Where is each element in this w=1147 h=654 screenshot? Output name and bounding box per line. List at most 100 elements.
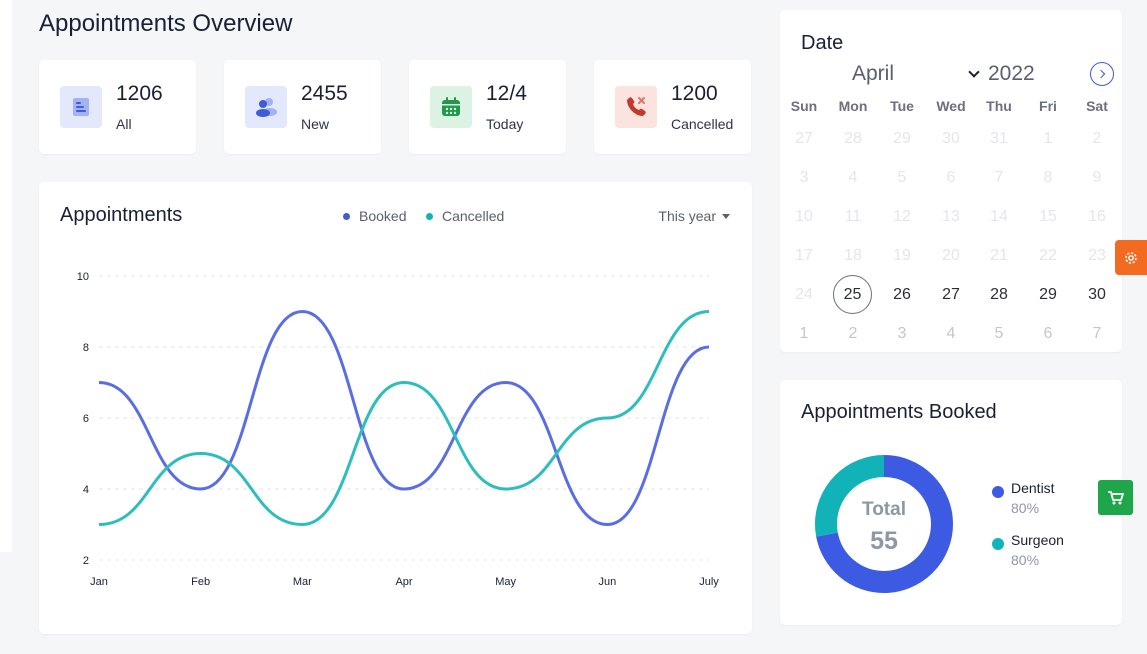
sidebar-edge xyxy=(0,0,12,552)
cart-icon xyxy=(1107,490,1124,504)
calendar-day[interactable]: 9 xyxy=(1077,158,1117,197)
calendar-day[interactable]: 29 xyxy=(882,119,922,158)
chart-title: Appointments xyxy=(60,204,183,226)
stat-card-all[interactable]: 1206 All xyxy=(39,60,196,154)
calendar-day[interactable]: 23 xyxy=(1077,236,1117,275)
appointments-line-chart: 2 4 6 8 10 Jan Feb Mar Apr May Jun July xyxy=(77,271,720,588)
legend-dot xyxy=(343,212,350,220)
calendar-day[interactable]: 6 xyxy=(931,158,971,197)
calendar-day[interactable]: 4 xyxy=(833,158,873,197)
calendar-day[interactable]: 3 xyxy=(784,158,824,197)
calendar-day[interactable]: 15 xyxy=(1028,197,1068,236)
legend-dot xyxy=(992,486,1004,498)
legend-percent: 80% xyxy=(1011,500,1040,516)
stat-value: 1206 xyxy=(116,82,163,105)
chevron-right-icon xyxy=(1096,69,1106,79)
y-tick-label: 8 xyxy=(83,342,89,354)
legend-dot xyxy=(992,538,1004,550)
legend-label: Cancelled xyxy=(442,208,505,224)
legend-item-booked[interactable]: Booked xyxy=(343,208,406,224)
stat-value: 2455 xyxy=(301,82,348,105)
calendar-day[interactable]: 3 xyxy=(882,314,922,353)
calendar-day[interactable]: 2 xyxy=(1077,119,1117,158)
legend-percent: 80% xyxy=(1011,552,1040,568)
gear-icon xyxy=(1125,251,1137,264)
calendar-day[interactable]: 27 xyxy=(784,119,824,158)
calendar-day[interactable]: 1 xyxy=(1028,119,1068,158)
calendar-day[interactable]: 28 xyxy=(979,275,1019,314)
y-tick-label: 4 xyxy=(83,484,89,496)
calendar-day[interactable]: 27 xyxy=(931,275,971,314)
calendar-week-row: 24 25 26 27 28 29 30 xyxy=(780,275,1122,314)
calendar-day[interactable]: 2 xyxy=(833,314,873,353)
appointments-booked-card: Appointments Booked Total 55 Dentist 80%… xyxy=(780,380,1122,625)
calendar-day[interactable]: 13 xyxy=(931,197,971,236)
calendar-day[interactable]: 25 xyxy=(833,275,872,314)
calendar-day[interactable]: 5 xyxy=(882,158,922,197)
stat-card-new[interactable]: 2455 New xyxy=(224,60,381,154)
calendar-day[interactable]: 14 xyxy=(979,197,1019,236)
calendar-day[interactable]: 1 xyxy=(784,314,824,353)
calendar-day[interactable]: 22 xyxy=(1028,236,1068,275)
y-tick-label: 10 xyxy=(77,271,89,283)
calendar-day[interactable]: 5 xyxy=(979,314,1019,353)
legend-item-cancelled[interactable]: Cancelled xyxy=(426,208,504,224)
calendar-day[interactable]: 19 xyxy=(882,236,922,275)
year-label[interactable]: 2022 xyxy=(988,62,1035,86)
calendar-card: Date April 2022 Sun Mon Tue Wed Thu Fri Sat 27 2… xyxy=(780,10,1122,352)
calendar-day[interactable]: 7 xyxy=(979,158,1019,197)
chevron-down-icon xyxy=(968,66,980,78)
stat-card-cancelled[interactable]: 1200 Cancelled xyxy=(594,60,751,154)
donut-total-value: 55 xyxy=(870,527,898,555)
y-tick-label: 6 xyxy=(83,413,89,425)
calendar-day[interactable]: 6 xyxy=(1028,314,1068,353)
calendar-day[interactable]: 30 xyxy=(1077,275,1117,314)
period-dropdown[interactable]: This year xyxy=(658,208,730,224)
calendar-day[interactable]: 16 xyxy=(1077,197,1117,236)
calendar-day[interactable]: 18 xyxy=(833,236,873,275)
settings-button[interactable] xyxy=(1115,240,1147,275)
x-tick-label: May xyxy=(495,576,516,588)
calendar-day[interactable]: 8 xyxy=(1028,158,1068,197)
calendar-day[interactable]: 7 xyxy=(1077,314,1117,353)
stat-label: New xyxy=(301,116,330,132)
month-label: April xyxy=(852,62,895,85)
legend-name: Dentist xyxy=(1011,480,1055,496)
calendar-day[interactable]: 30 xyxy=(931,119,971,158)
calendar-day[interactable]: 24 xyxy=(784,275,824,314)
calendar-day[interactable]: 10 xyxy=(784,197,824,236)
stat-card-today[interactable]: 12/4 Today xyxy=(409,60,566,154)
y-tick-label: 2 xyxy=(83,555,89,567)
calendar-day[interactable]: 31 xyxy=(979,119,1019,158)
stat-value: 12/4 xyxy=(486,82,527,105)
period-label: This year xyxy=(658,208,716,224)
calendar-icon xyxy=(430,86,472,128)
next-month-button[interactable] xyxy=(1090,62,1114,86)
calendar-day[interactable]: 28 xyxy=(833,119,873,158)
calendar-week-row: 17 18 19 20 21 22 23 xyxy=(780,236,1122,275)
phone-cancel-icon xyxy=(615,86,657,128)
document-list-icon xyxy=(60,86,102,128)
booked-title: Appointments Booked xyxy=(801,401,997,423)
x-tick-label: Jan xyxy=(90,576,108,588)
calendar-day[interactable]: 17 xyxy=(784,236,824,275)
calendar-day[interactable]: 4 xyxy=(931,314,971,353)
x-tick-label: Mar xyxy=(293,576,312,588)
month-select[interactable]: April xyxy=(852,62,980,86)
x-tick-label: Apr xyxy=(395,576,412,588)
calendar-day[interactable]: 21 xyxy=(979,236,1019,275)
calendar-day[interactable]: 29 xyxy=(1028,275,1068,314)
calendar-week-row: 27 28 29 30 31 1 2 xyxy=(780,119,1122,158)
donut-total-label: Total xyxy=(862,499,906,520)
calendar-day[interactable]: 12 xyxy=(882,197,922,236)
donut-svg xyxy=(815,455,953,593)
stat-label: Cancelled xyxy=(671,116,734,132)
cart-button[interactable] xyxy=(1098,480,1133,515)
stat-label: Today xyxy=(486,116,524,132)
page-title: Appointments Overview xyxy=(39,10,293,37)
calendar-day[interactable]: 20 xyxy=(931,236,971,275)
caret-down-icon xyxy=(722,213,730,219)
calendar-day[interactable]: 26 xyxy=(882,275,922,314)
calendar-week-row: 3456789 xyxy=(780,158,1122,197)
calendar-day[interactable]: 11 xyxy=(833,197,873,236)
